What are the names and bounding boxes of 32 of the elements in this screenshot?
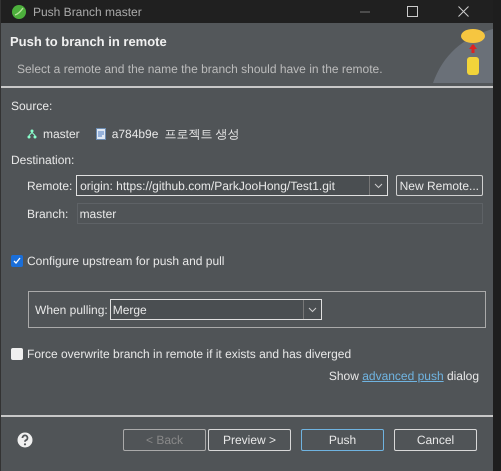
checkbox-label: Configure upstream for push and pull [27,253,224,270]
leaf-icon [11,4,27,20]
pulling-combo[interactable]: Merge [110,299,322,320]
advanced-push-text: Show advanced push dialog [328,368,479,385]
page-title: Push to branch in remote [10,33,168,51]
caret-icon [374,182,383,188]
dialog-button[interactable]: Cancel [394,429,477,451]
new-remote-button[interactable]: New Remote... [396,175,483,196]
branch-icon [27,129,37,139]
document-icon [96,128,106,140]
dialog-button[interactable]: Push [301,429,384,451]
remote-combo[interactable]: origin: https://github.com/ParkJooHong/Test1.git [76,175,388,196]
checkbox[interactable] [11,348,23,360]
checkbox-label: Force overwrite branch in remote if it exists and has diverged [27,346,352,363]
close-icon[interactable] [458,6,469,17]
page-description: Select a remote and the name the branch should have in the remote. [16,60,383,78]
field-label: Branch: [27,206,70,222]
checkbox[interactable] [11,255,23,267]
commit-message: 프로젝트 생성 [164,126,240,143]
window-title: Push Branch master [33,4,142,20]
advanced-push-link[interactable]: advanced push [362,369,444,383]
commit-id: a784b9e [112,126,158,143]
section-label: Destination: [11,152,76,169]
branch-name: master [43,126,80,143]
caret-icon [308,306,317,312]
help-icon[interactable] [17,432,33,448]
field-label: When pulling: [35,302,108,318]
field-label: Remote: [27,178,74,194]
section-label: Source: [11,98,54,115]
maximize-icon[interactable] [407,6,418,17]
branch-field[interactable]: master [76,203,483,224]
dialog-button[interactable]: Preview > [208,429,291,451]
